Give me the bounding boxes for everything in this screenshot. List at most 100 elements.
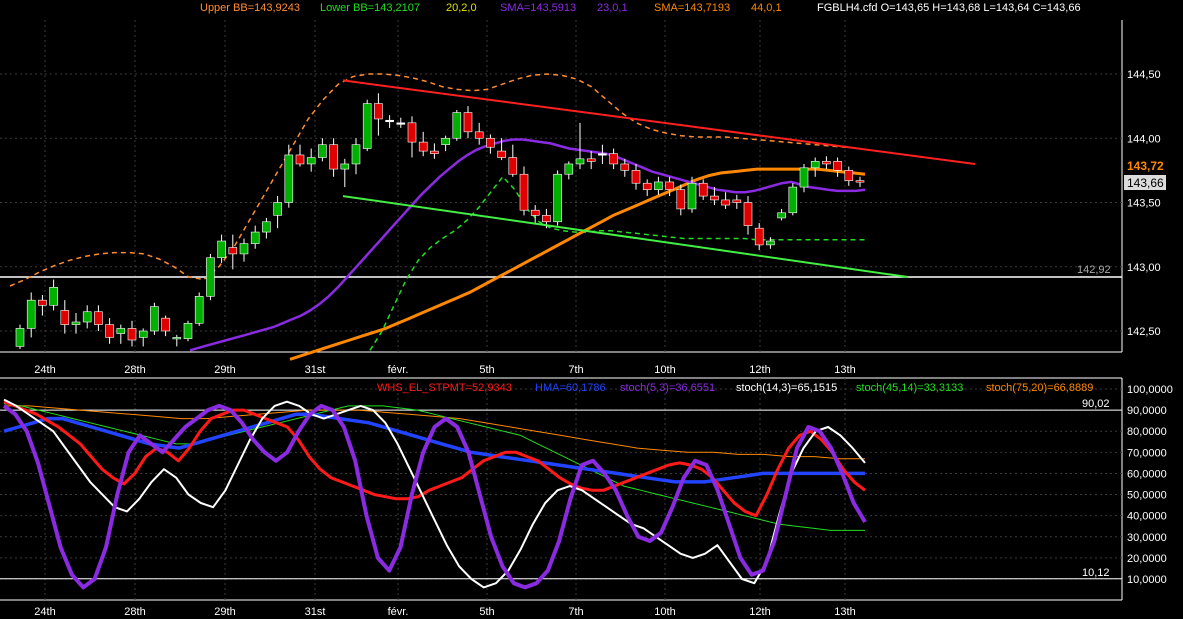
candle-body	[430, 150, 439, 154]
legend-sma44-params: 44,0,1	[751, 2, 782, 14]
candle-body	[519, 173, 529, 211]
legend-whs: WHS_EL_STPMT=52,9343	[377, 382, 512, 394]
legend-stoch45: stoch(45,14)=33,3133	[856, 382, 963, 394]
legend-stoch5: stoch(5,3)=36,6551	[620, 382, 715, 394]
candle-body	[732, 199, 742, 203]
osc-legend: WHS_EL_STPMT=52,9343 HMA=60,1786 stoch(5…	[377, 382, 1093, 394]
candle-body	[631, 170, 641, 184]
candle-body	[463, 112, 473, 133]
candle-body	[362, 103, 372, 149]
candle-body	[687, 182, 697, 210]
candle-body	[329, 144, 338, 170]
candle-body	[654, 181, 663, 190]
x-axis-label: 7th	[568, 606, 583, 618]
legend-sma23: SMA=143,5913	[500, 2, 576, 14]
candle-body	[810, 161, 820, 169]
x-axis-label: 29th	[214, 364, 235, 376]
x-axis-label: 31st	[305, 606, 326, 618]
candle-body	[698, 182, 708, 197]
x-axis-label: 5th	[479, 606, 494, 618]
candle-body	[586, 158, 596, 162]
candle-body	[530, 209, 540, 216]
legend-hma: HMA=60,1786	[535, 382, 606, 394]
candle-body	[474, 131, 484, 139]
legend-stoch14: stoch(14,3)=65,1515	[736, 382, 837, 394]
candle-body	[710, 195, 719, 201]
osc-tick-label: 30,0000	[1127, 532, 1167, 544]
osc-tick-label: 40,0000	[1127, 511, 1167, 523]
osc-tick-label: 20,0000	[1127, 553, 1167, 565]
x-axis-label: 24th	[34, 364, 55, 376]
osc-level-lower-label: 10,12	[1082, 567, 1110, 579]
price-tick-label: 144,00	[1127, 133, 1161, 145]
candle-body	[575, 158, 585, 165]
candle-body	[306, 157, 316, 165]
candle-body	[295, 154, 305, 165]
osc-level-upper-label: 90,02	[1082, 398, 1110, 410]
legend-stoch75: stoch(75,20)=66,8889	[986, 382, 1093, 394]
chart-canvas: 144,50 144,00 143,50 143,00 142,50 143,72 14…	[0, 0, 1183, 619]
candle-body	[799, 167, 809, 188]
candle-body	[26, 299, 36, 329]
candle-body	[49, 287, 58, 306]
candle-body	[642, 182, 652, 190]
osc-tick-label: 80,0000	[1127, 426, 1167, 438]
candle-body	[172, 337, 182, 340]
candle-body	[138, 330, 148, 338]
candle-body	[743, 202, 753, 226]
candle-body	[239, 243, 249, 255]
candle-body	[161, 317, 170, 332]
candle-body	[598, 153, 607, 156]
candle-body	[542, 215, 551, 223]
candle-body	[407, 122, 417, 143]
x-axis-label: 10th	[654, 606, 675, 618]
osc-tick-label: 100,0000	[1127, 384, 1173, 396]
candle-body	[351, 144, 361, 165]
osc-tick-label: 70,0000	[1127, 447, 1167, 459]
candle-body	[105, 324, 114, 338]
x-axis-label: 7th	[568, 364, 583, 376]
legend-ohlc: FGBLH4.cfd O=143,65 H=143,68 L=143,64 C=…	[817, 2, 1081, 14]
price-tick-label: 143,00	[1127, 262, 1161, 274]
x-axis-label: 13th	[834, 606, 855, 618]
candle-body	[508, 157, 518, 175]
candle-body	[766, 240, 775, 246]
x-axis-label: 31st	[305, 364, 326, 376]
x-axis-label: 29th	[214, 606, 235, 618]
support-price-badge: 142,92	[1077, 264, 1111, 276]
osc-tick-label: 60,0000	[1127, 468, 1167, 480]
x-axis-label: 10th	[654, 364, 675, 376]
candle-body	[396, 122, 406, 125]
chart-background	[0, 0, 1183, 619]
candle-body	[788, 186, 798, 214]
x-axis-label: 28th	[124, 606, 145, 618]
candle-body	[38, 299, 47, 306]
candle-body	[82, 311, 92, 323]
candle-body	[127, 328, 137, 341]
price-tick-label: 143,50	[1127, 198, 1161, 210]
candle-body	[273, 202, 282, 216]
x-axis-label: 5th	[479, 364, 494, 376]
x-axis-label: 12th	[749, 364, 770, 376]
candle-body	[553, 173, 562, 223]
candle-body	[833, 161, 842, 171]
candle-body	[71, 321, 81, 325]
candle-body	[94, 311, 103, 325]
candle-body	[609, 153, 618, 165]
candle-body	[676, 189, 686, 210]
x-axis-label: févr.	[388, 606, 409, 618]
candle-body	[844, 170, 854, 181]
candle-body	[15, 328, 25, 347]
candle-body	[418, 141, 428, 152]
candle-body	[452, 112, 462, 139]
legend-sma44: SMA=143,7193	[654, 2, 730, 14]
candle-body	[620, 163, 630, 171]
candle-body	[183, 322, 193, 340]
x-axis-label: 24th	[34, 606, 55, 618]
candle-body	[217, 240, 226, 259]
candle-body	[777, 212, 786, 219]
x-axis-label: 28th	[124, 364, 145, 376]
candle-body	[228, 247, 238, 255]
osc-tick-label: 90,0000	[1127, 405, 1167, 417]
legend-bb-params: 20,2,0	[446, 2, 477, 14]
